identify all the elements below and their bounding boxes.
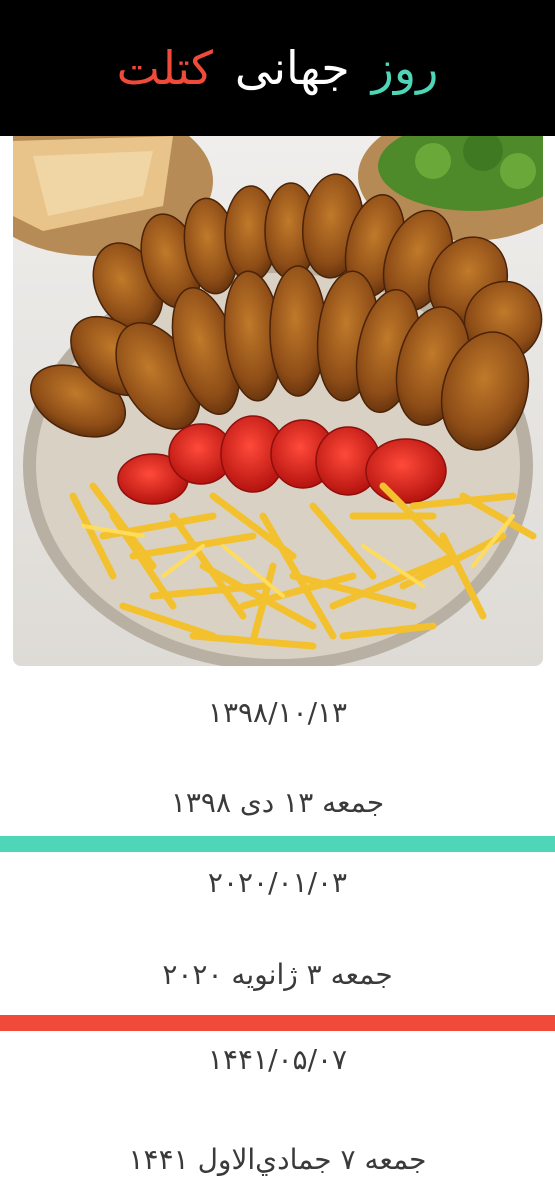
divider-red xyxy=(0,1015,555,1031)
title-word-world: جهانی xyxy=(234,41,350,95)
divider-green xyxy=(0,836,555,852)
gregorian-date-text: جمعه ۳ ژانویه ۲۰۲۰ xyxy=(162,958,393,991)
hijri-date-numeric: ۱۴۴۱/۰۵/۰۷ xyxy=(207,1043,348,1076)
gregorian-date-numeric: ۲۰۲۰/۰۱/۰۳ xyxy=(207,866,348,899)
hijri-date-text: جمعه ۷ جمادي‌الاول ۱۴۴۱ xyxy=(128,1143,427,1176)
title-banner: روز جهانی کتلت xyxy=(0,0,555,136)
title-word-day: روز xyxy=(371,41,439,95)
cutlet-platter-photo xyxy=(13,136,543,666)
title-word-cutlet: کتلت xyxy=(116,41,213,95)
cutlet-platter-illustration xyxy=(13,136,543,666)
persian-date-text: جمعه ۱۳ دی ۱۳۹۸ xyxy=(170,786,385,819)
persian-date-numeric: ۱۳۹۸/۱۰/۱۳ xyxy=(207,696,348,729)
